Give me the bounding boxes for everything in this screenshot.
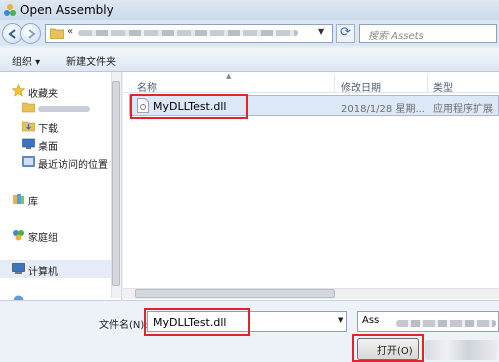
new-folder-button[interactable]: 新建文件夹 [66,53,116,68]
assembly-app-icon [4,4,16,16]
nav-item-blurred-label [38,106,90,112]
nav-item-homegroup[interactable]: 家庭组 [0,226,120,244]
cancel-button-blurred[interactable] [425,340,497,360]
nav-item-blurred[interactable] [0,98,120,116]
nav-item-label: 家庭组 [28,233,58,244]
window-title: Open Assembly [20,3,114,17]
star-icon [12,84,25,97]
folder-icon [50,28,64,39]
horizontal-scrollbar-thumb[interactable] [135,289,335,298]
filename-label: 文件名(N): [99,320,148,331]
nav-item-recent-places[interactable]: 最近访问的位置 [0,153,120,171]
file-type-filter-blurred [396,320,496,327]
column-separator[interactable] [427,75,428,92]
computer-icon [12,263,25,274]
file-type-filter-value: Ass [362,315,380,326]
search-placeholder: 搜索 Assets [368,31,424,42]
forward-button[interactable] [20,23,41,44]
download-folder-icon [22,121,35,132]
column-header-name[interactable]: 名称 [137,79,157,94]
recent-places-icon [22,156,35,167]
nav-item-label: 桌面 [38,142,58,153]
refresh-icon: ⟳ [340,25,351,40]
folder-icon [22,102,35,113]
filename-highlight-box [144,308,250,336]
column-separator[interactable] [334,75,335,92]
nav-item-downloads[interactable]: 下载 [0,117,120,135]
file-type: 应用程序扩展 [433,104,493,115]
address-path-blurred [78,30,298,36]
sort-indicator-icon: ▲ [226,72,232,80]
address-dropdown-icon[interactable]: ▼ [318,27,324,36]
file-modified-date: 2018/1/28 星期... [341,104,425,115]
file-highlight-box [130,94,248,119]
nav-item-desktop[interactable]: 桌面 [0,135,120,153]
nav-pane-scrollbar-thumb[interactable] [112,81,120,286]
address-overflow-chevron[interactable]: « [67,26,73,37]
nav-item-libraries[interactable]: 库 [0,190,120,208]
column-header-type[interactable]: 类型 [433,79,453,94]
homegroup-icon [13,230,24,241]
column-header-date[interactable]: 修改日期 [341,79,381,94]
refresh-button[interactable]: ⟳ [336,24,355,43]
open-highlight-box [352,334,424,362]
back-arrow-icon [8,29,16,39]
navigation-pane: 收藏夹 下载 桌面 最近访问的位置 库 家庭组 计算机 [0,72,122,306]
organize-button[interactable]: 组织 ▾ [12,53,40,68]
nav-item-label: 最近访问的位置 [38,160,108,171]
forward-arrow-icon [28,29,36,39]
nav-item-label: 下载 [38,124,58,135]
nav-item-label: 计算机 [28,267,58,278]
filename-dropdown-icon[interactable]: ▼ [338,316,343,324]
library-icon [13,194,24,204]
nav-item-label: 库 [28,197,38,208]
nav-item-computer[interactable]: 计算机 [0,260,120,278]
desktop-icon [22,138,35,149]
